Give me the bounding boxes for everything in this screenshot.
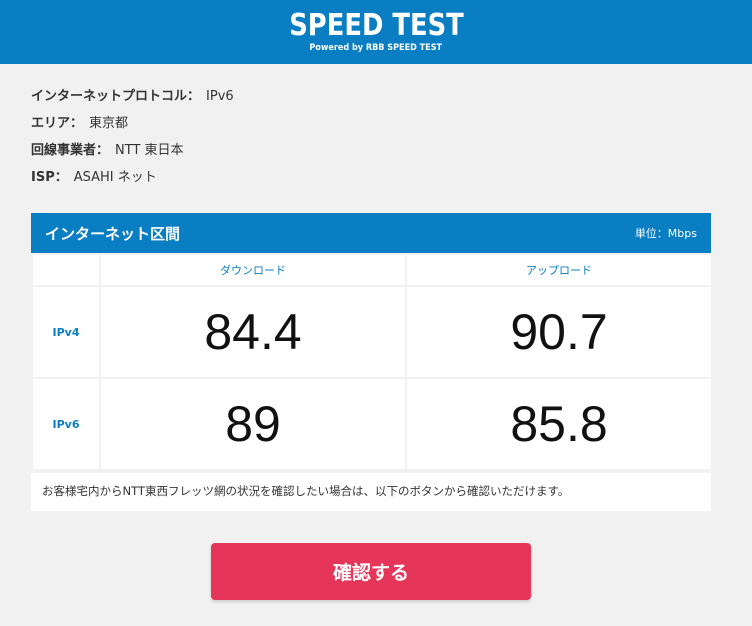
table-row: IPv4 84.4 90.7 xyxy=(31,285,713,379)
row-label-ipv4: IPv4 xyxy=(31,285,101,379)
ipv4-upload-value: 90.7 xyxy=(405,285,713,379)
ipv4-download-value: 84.4 xyxy=(99,285,407,379)
info-isp-label: ISP： xyxy=(31,170,68,185)
ipv6-download-value: 89 xyxy=(99,377,407,471)
info-area-label: エリア： xyxy=(31,116,84,131)
logo-title: SPEED TEST xyxy=(288,7,464,43)
info-carrier-label: 回線事業者： xyxy=(31,143,110,158)
info-protocol-value: IPv6 xyxy=(206,89,234,104)
column-header-download: ダウンロード xyxy=(99,253,407,287)
info-carrier-value: NTT 東日本 xyxy=(115,143,184,158)
ipv6-upload-value: 85.8 xyxy=(405,377,713,471)
info-area-value: 東京都 xyxy=(89,116,129,131)
corner-cell xyxy=(31,253,101,287)
flets-note: お客様宅内からNTT東西フレッツ網の状況を確認したい場合は、以下のボタンから確認… xyxy=(31,471,711,511)
results-panel-title: インターネット区間 xyxy=(45,224,181,243)
results-panel: インターネット区間 単位：Mbps ダウンロード アップロード IPv4 84.… xyxy=(31,213,713,511)
info-isp-value: ASAHI ネット xyxy=(73,170,157,185)
confirm-button[interactable]: 確認する xyxy=(211,543,531,600)
connection-info: インターネットプロトコル： IPv6 エリア： 東京都 回線事業者： NTT 東日本 … xyxy=(31,86,234,194)
column-header-upload: アップロード xyxy=(405,253,713,287)
table-row: IPv6 89 85.8 xyxy=(31,377,713,471)
info-area: エリア： 東京都 xyxy=(31,113,234,140)
info-isp: ISP： ASAHI ネット xyxy=(31,167,234,194)
row-label-ipv6: IPv6 xyxy=(31,377,101,471)
logo-subtitle: Powered by RBB SPEED TEST xyxy=(309,42,443,53)
unit-label: 単位：Mbps xyxy=(634,227,697,240)
site-header: SPEED TEST Powered by RBB SPEED TEST xyxy=(0,0,752,64)
info-carrier: 回線事業者： NTT 東日本 xyxy=(31,140,234,167)
table-header-row: ダウンロード アップロード xyxy=(31,253,713,287)
results-table: ダウンロード アップロード IPv4 84.4 90.7 IPv6 89 85.… xyxy=(31,253,713,471)
info-protocol-label: インターネットプロトコル： xyxy=(31,89,201,104)
info-protocol: インターネットプロトコル： IPv6 xyxy=(31,86,234,113)
results-panel-header: インターネット区間 単位：Mbps xyxy=(31,213,711,253)
